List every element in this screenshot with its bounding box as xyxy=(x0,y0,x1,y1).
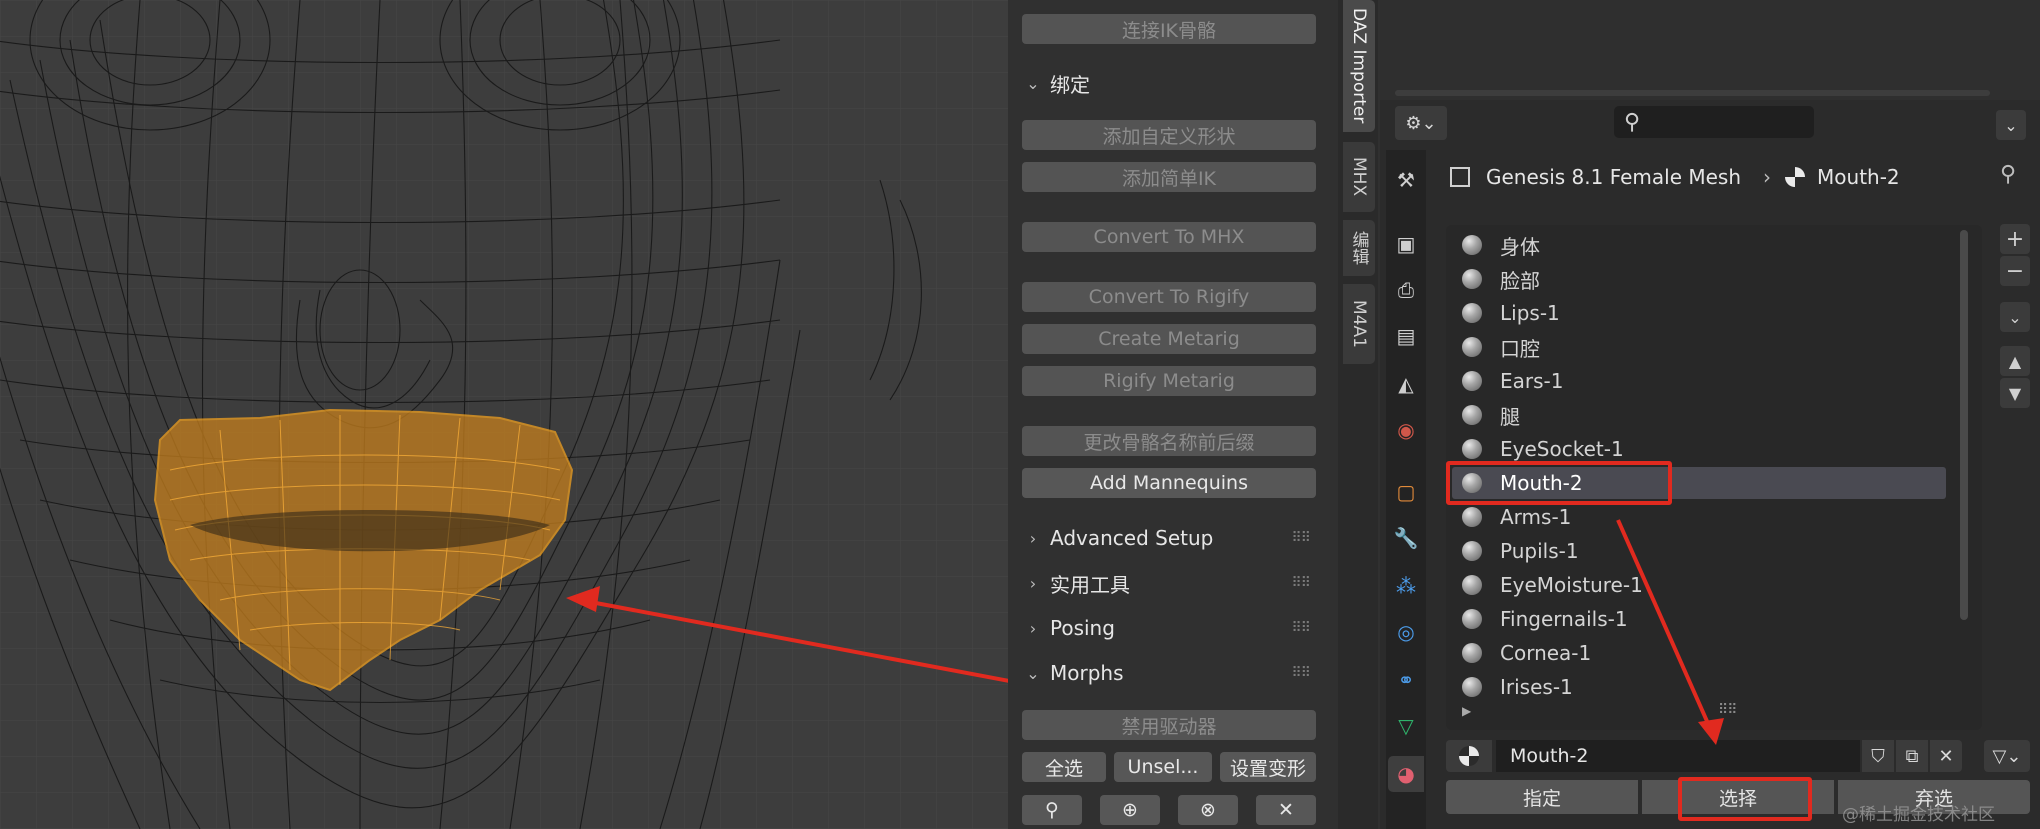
rename-bone-affix-button[interactable]: 更改骨骼名称前后缀 xyxy=(1022,426,1316,456)
binding-section-header[interactable]: ⌄ 绑定 xyxy=(1022,65,1322,101)
tab-label: M4A1 xyxy=(1349,300,1369,348)
utilities-section-header[interactable]: › 实用工具 ⠿⠿ xyxy=(1022,565,1322,601)
3d-viewport[interactable] xyxy=(0,0,1008,829)
wireframe-head-mesh xyxy=(0,0,1008,829)
tab-label: 编辑 xyxy=(1348,231,1369,265)
disable-drivers-button[interactable]: 禁用驱动器 xyxy=(1022,710,1316,740)
section-label: Morphs xyxy=(1050,661,1124,685)
drag-handle-icon[interactable]: ⠿⠿ xyxy=(1291,530,1310,546)
connect-ik-button[interactable]: 连接IK骨骼 xyxy=(1022,14,1316,44)
remove-key-icon[interactable]: ⊗ xyxy=(1178,795,1238,825)
tab-daz-importer[interactable]: DAZ Importer xyxy=(1343,0,1375,132)
annotation-arrow-to-select xyxy=(1616,519,1724,745)
tab-edit[interactable]: 编辑 xyxy=(1343,220,1375,276)
add-mannequins-button[interactable]: Add Mannequins xyxy=(1022,468,1316,498)
add-custom-shape-button[interactable]: 添加自定义形状 xyxy=(1022,120,1316,150)
unselect-button[interactable]: Unsel... xyxy=(1114,752,1212,782)
create-metarig-button[interactable]: Create Metarig xyxy=(1022,324,1316,354)
tab-label: DAZ Importer xyxy=(1349,8,1369,124)
add-key-icon[interactable]: ⊕ xyxy=(1100,795,1160,825)
tab-mhx[interactable]: MHX xyxy=(1343,142,1375,212)
add-simple-ik-button[interactable]: 添加简单IK xyxy=(1022,162,1316,192)
advanced-setup-section-header[interactable]: › Advanced Setup ⠿⠿ xyxy=(1022,520,1322,556)
chevron-down-icon: ⌄ xyxy=(1026,663,1040,683)
chevron-down-icon: ⌄ xyxy=(1026,73,1040,93)
watermark-text: @稀土掘金技术社区 xyxy=(1842,805,1995,825)
convert-to-mhx-button[interactable]: Convert To MHX xyxy=(1022,222,1316,252)
chevron-right-icon: › xyxy=(1029,528,1037,548)
tab-label: MHX xyxy=(1349,157,1369,197)
tab-m4a1[interactable]: M4A1 xyxy=(1343,284,1375,364)
chevron-right-icon: › xyxy=(1029,618,1037,638)
section-label: Advanced Setup xyxy=(1050,526,1214,550)
select-all-button[interactable]: 全选 xyxy=(1022,752,1106,782)
section-label: 实用工具 xyxy=(1050,572,1130,597)
drag-handle-icon[interactable]: ⠿⠿ xyxy=(1291,620,1310,636)
posing-section-header[interactable]: › Posing ⠿⠿ xyxy=(1022,610,1322,646)
set-morph-button[interactable]: 设置变形 xyxy=(1220,752,1316,782)
section-label: 绑定 xyxy=(1050,72,1090,97)
convert-to-rigify-button[interactable]: Convert To Rigify xyxy=(1022,282,1316,312)
chevron-right-icon: › xyxy=(1029,573,1037,593)
drag-handle-icon[interactable]: ⠿⠿ xyxy=(1291,665,1310,681)
rigify-metarig-button[interactable]: Rigify Metarig xyxy=(1022,366,1316,396)
drag-handle-icon[interactable]: ⠿⠿ xyxy=(1291,575,1310,591)
section-label: Posing xyxy=(1050,616,1115,640)
close-icon[interactable]: ✕ xyxy=(1256,795,1316,825)
morphs-section-header[interactable]: ⌄ Morphs ⠿⠿ xyxy=(1022,655,1322,691)
bone-key-icon[interactable]: ⚲ xyxy=(1022,795,1082,825)
